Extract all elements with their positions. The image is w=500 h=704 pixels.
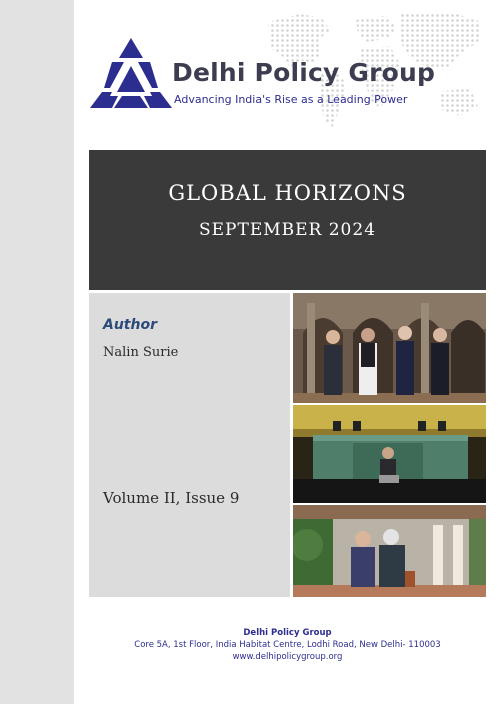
org-tagline: Advancing India's Rise as a Leading Powe…	[174, 93, 408, 106]
author-name: Nalin Surie	[103, 345, 179, 360]
author-label: Author	[103, 317, 157, 333]
author-panel: Author Nalin Surie Volume II, Issue 9	[89, 293, 290, 597]
org-name: Delhi Policy Group	[172, 58, 436, 87]
title-banner: GLOBAL HORIZONS SEPTEMBER 2024	[89, 150, 486, 290]
photo-un-assembly	[293, 405, 486, 503]
report-cover: Delhi Policy Group Advancing India's Ris…	[74, 0, 500, 704]
photo-two-leaders-embrace	[293, 505, 486, 597]
left-margin-strip	[0, 0, 74, 704]
report-date: SEPTEMBER 2024	[198, 220, 377, 240]
footer-org-name: Delhi Policy Group	[243, 628, 332, 638]
volume-issue: Volume II, Issue 9	[103, 489, 240, 507]
report-title: GLOBAL HORIZONS	[168, 181, 407, 205]
photo-leaders-group	[293, 293, 486, 403]
footer-address: Core 5A, 1st Floor, India Habitat Centre…	[134, 640, 441, 650]
footer-website-link[interactable]: www.delhipolicygroup.org	[89, 652, 486, 662]
delhi-policy-group-logo-icon	[90, 38, 172, 108]
